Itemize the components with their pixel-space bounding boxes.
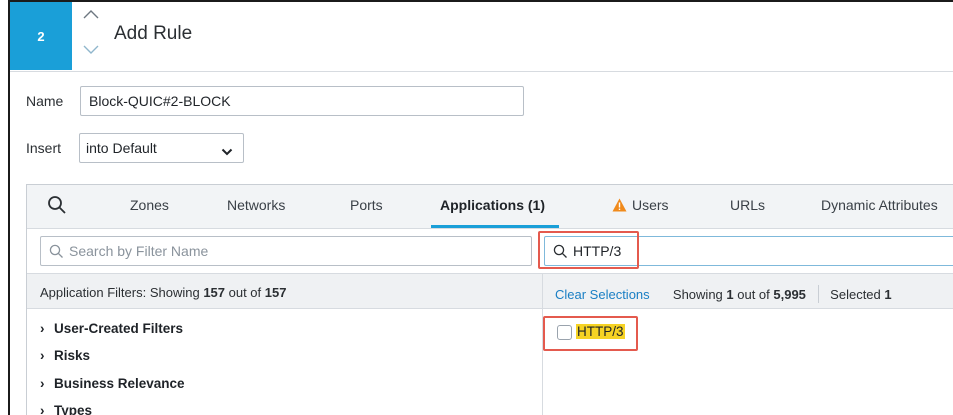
tab-urls[interactable]: URLs bbox=[730, 197, 765, 213]
page-title: Add Rule bbox=[114, 23, 193, 44]
insert-select-value: into Default bbox=[86, 140, 157, 156]
chevron-down-icon[interactable] bbox=[82, 44, 100, 58]
add-rule-dialog: 2 Add Rule Name Block-QUIC#2-BLOCK Inser… bbox=[8, 0, 953, 415]
chevron-right-icon: › bbox=[40, 321, 45, 336]
tab-zones[interactable]: Zones bbox=[130, 197, 169, 213]
tab-dynamic-attributes[interactable]: Dynamic Attributes bbox=[821, 197, 938, 213]
annotation-box-result bbox=[543, 316, 638, 351]
chevron-right-icon: › bbox=[40, 376, 45, 391]
chevron-right-icon: › bbox=[40, 348, 45, 363]
filter-group-types[interactable]: › Types bbox=[40, 403, 92, 415]
tab-users-label: Users bbox=[632, 197, 669, 213]
search-icon[interactable] bbox=[47, 195, 67, 215]
filters-summary: Application Filters: Showing 157 out of … bbox=[27, 273, 542, 309]
filters-column: Application Filters: Showing 157 out of … bbox=[27, 273, 543, 415]
clear-selections-link[interactable]: Clear Selections bbox=[555, 287, 650, 302]
active-tab-indicator bbox=[431, 225, 559, 228]
tab-users[interactable]: Users bbox=[612, 197, 669, 215]
name-label: Name bbox=[26, 93, 64, 109]
step-badge: 2 bbox=[10, 2, 72, 70]
chevron-right-icon: › bbox=[40, 403, 45, 415]
divider bbox=[817, 285, 819, 303]
dialog-header: 2 Add Rule bbox=[10, 2, 953, 72]
search-icon bbox=[49, 244, 64, 259]
tab-ports[interactable]: Ports bbox=[350, 197, 383, 213]
filter-search-input[interactable]: Search by Filter Name bbox=[40, 236, 532, 266]
tab-applications[interactable]: Applications (1) bbox=[440, 197, 545, 213]
tab-networks[interactable]: Networks bbox=[227, 197, 285, 213]
applications-summary: Clear Selections Showing 1 out of 5,995 … bbox=[543, 273, 953, 309]
name-input[interactable]: Block-QUIC#2-BLOCK bbox=[80, 86, 524, 116]
chevron-down-icon bbox=[221, 144, 233, 156]
filter-group-user-created[interactable]: › User-Created Filters bbox=[40, 321, 183, 336]
rule-conditions-panel: Zones Networks Ports Applications (1) Us… bbox=[26, 184, 953, 415]
tab-bar: Zones Networks Ports Applications (1) Us… bbox=[27, 185, 953, 229]
filter-group-business-relevance[interactable]: › Business Relevance bbox=[40, 376, 185, 391]
insert-select[interactable]: into Default bbox=[79, 133, 244, 163]
chevron-up-icon[interactable] bbox=[82, 8, 100, 22]
insert-label: Insert bbox=[26, 140, 62, 156]
filter-search-placeholder: Search by Filter Name bbox=[69, 243, 209, 259]
warning-icon bbox=[612, 198, 627, 215]
filter-group-risks[interactable]: › Risks bbox=[40, 348, 90, 363]
annotation-box-search bbox=[538, 231, 639, 269]
